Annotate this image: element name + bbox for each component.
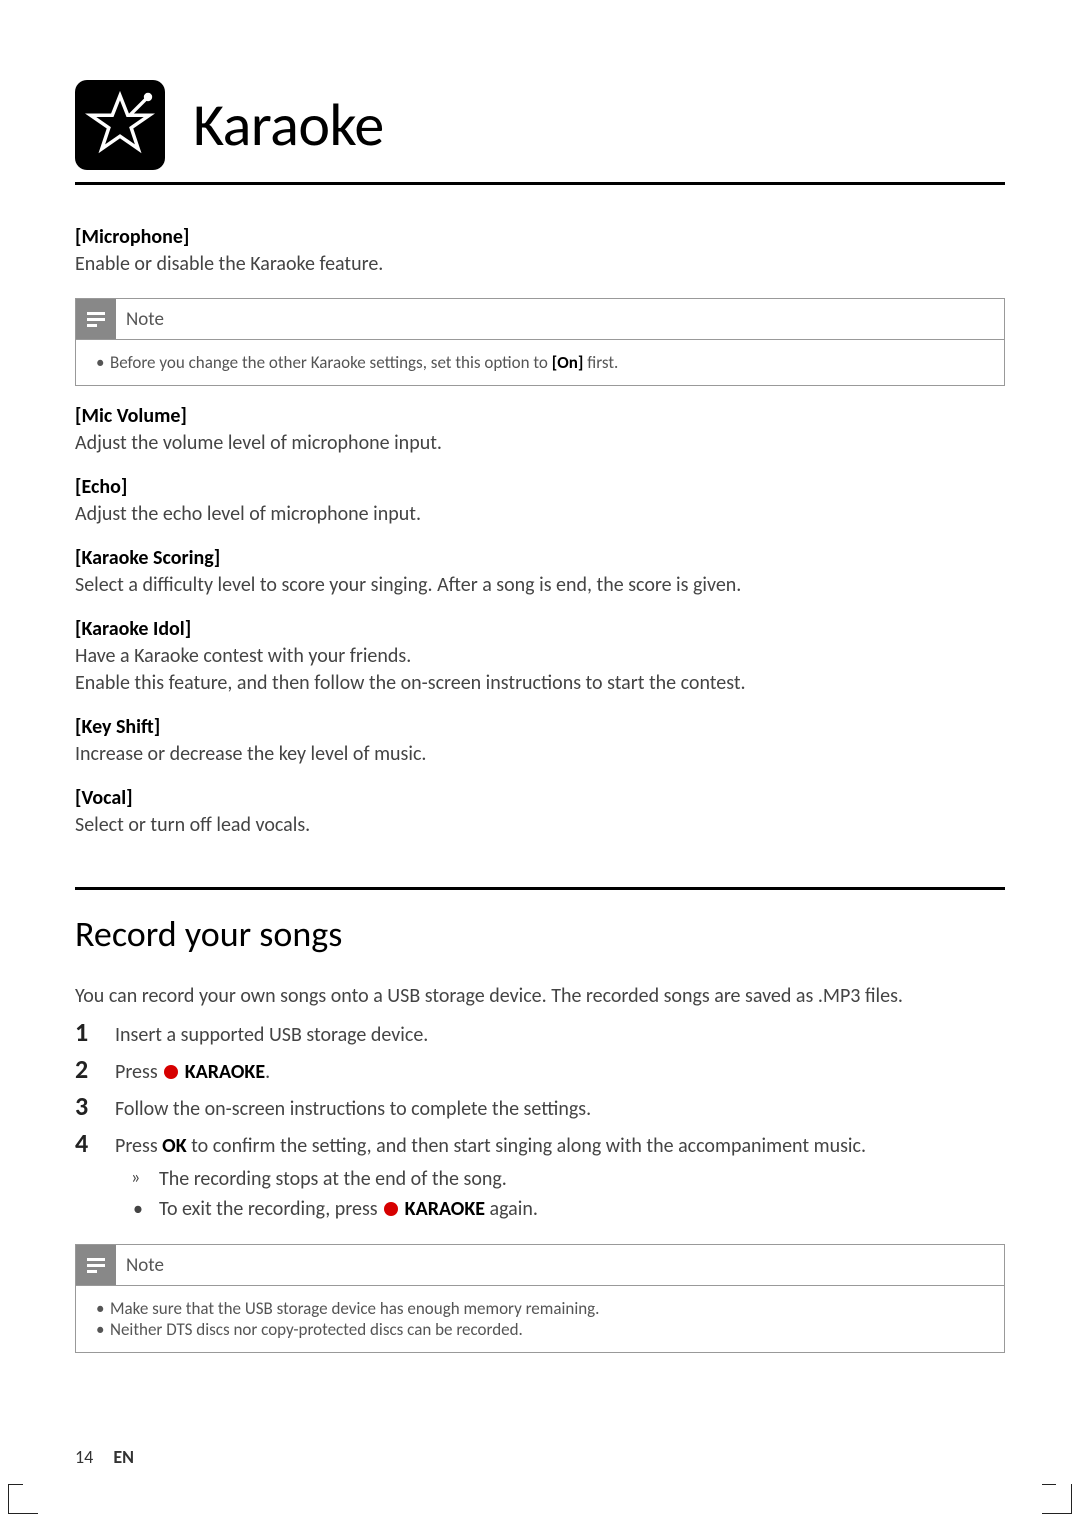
setting-name: [Microphone]	[75, 225, 1005, 249]
setting-vocal: [Vocal] Select or turn off lead vocals.	[75, 786, 1005, 839]
setting-desc: Select a difficulty level to score your …	[75, 572, 1005, 599]
step-2: 2 Press KARAOKE.	[75, 1053, 1005, 1086]
step-text: Press KARAOKE.	[115, 1058, 270, 1086]
note-box: Note Make sure that the USB storage devi…	[75, 1244, 1005, 1353]
ok-key-label: OK	[162, 1134, 186, 1158]
note-box: Note Before you change the other Karaoke…	[75, 298, 1005, 386]
sub-bullet-result: The recording stops at the end of the so…	[131, 1164, 1005, 1194]
language-code: EN	[113, 1446, 134, 1468]
setting-desc: Select or turn off lead vocals.	[75, 812, 1005, 839]
note-bullet: Make sure that the USB storage device ha…	[96, 1298, 984, 1319]
setting-desc: Have a Karaoke contest with your friends…	[75, 643, 1005, 697]
karaoke-key-label: KARAOKE	[180, 1060, 265, 1084]
record-dot-icon	[384, 1202, 398, 1216]
page-number: 14	[75, 1446, 93, 1468]
page-header: Karaoke	[75, 80, 1005, 170]
sub-bullets: The recording stops at the end of the so…	[131, 1164, 1005, 1224]
section-intro: You can record your own songs onto a USB…	[75, 984, 1005, 1008]
sub-bullet-tip: To exit the recording, press KARAOKE aga…	[131, 1194, 1005, 1224]
step-3: 3 Follow the on-screen instructions to c…	[75, 1090, 1005, 1123]
setting-name: [Key Shift]	[75, 715, 1005, 739]
section-title-record: Record your songs	[75, 912, 1005, 956]
page-footer: 14 EN	[75, 1446, 134, 1468]
setting-name: [Karaoke Idol]	[75, 617, 1005, 641]
record-dot-icon	[164, 1065, 178, 1079]
setting-key-shift: [Key Shift] Increase or decrease the key…	[75, 715, 1005, 768]
setting-name: [Vocal]	[75, 786, 1005, 810]
note-label: Note	[126, 308, 164, 331]
setting-microphone: [Microphone] Enable or disable the Karao…	[75, 225, 1005, 278]
setting-desc: Enable or disable the Karaoke feature.	[75, 251, 1005, 278]
setting-name: [Echo]	[75, 475, 1005, 499]
crop-mark-icon	[8, 1484, 38, 1514]
step-number: 2	[75, 1053, 95, 1085]
karaoke-key-label: KARAOKE	[400, 1197, 485, 1221]
note-icon	[76, 299, 116, 339]
setting-karaoke-idol: [Karaoke Idol] Have a Karaoke contest wi…	[75, 617, 1005, 697]
section-divider	[75, 887, 1005, 890]
setting-desc: Adjust the volume level of microphone in…	[75, 430, 1005, 457]
setting-mic-volume: [Mic Volume] Adjust the volume level of …	[75, 404, 1005, 457]
step-number: 4	[75, 1127, 95, 1159]
step-text: Insert a supported USB storage device.	[115, 1021, 428, 1049]
setting-name: [Karaoke Scoring]	[75, 546, 1005, 570]
step-4: 4 Press OK to confirm the setting, and t…	[75, 1127, 1005, 1160]
karaoke-star-icon	[75, 80, 165, 170]
setting-desc: Increase or decrease the key level of mu…	[75, 741, 1005, 768]
step-text: Press OK to confirm the setting, and the…	[115, 1132, 866, 1160]
step-number: 3	[75, 1090, 95, 1122]
setting-desc: Adjust the echo level of microphone inpu…	[75, 501, 1005, 528]
note-label: Note	[126, 1254, 164, 1277]
setting-name: [Mic Volume]	[75, 404, 1005, 428]
setting-echo: [Echo] Adjust the echo level of micropho…	[75, 475, 1005, 528]
step-text: Follow the on-screen instructions to com…	[115, 1095, 591, 1123]
crop-mark-icon	[1042, 1484, 1072, 1514]
step-1: 1 Insert a supported USB storage device.	[75, 1016, 1005, 1049]
note-bullet: Before you change the other Karaoke sett…	[96, 352, 984, 373]
page-title: Karaoke	[193, 89, 384, 162]
step-number: 1	[75, 1016, 95, 1048]
note-bullet: Neither DTS discs nor copy-protected dis…	[96, 1319, 984, 1340]
note-icon	[76, 1245, 116, 1285]
title-underline	[75, 182, 1005, 185]
setting-karaoke-scoring: [Karaoke Scoring] Select a difficulty le…	[75, 546, 1005, 599]
steps-list: 1 Insert a supported USB storage device.…	[75, 1016, 1005, 1160]
bold-on: [On]	[552, 352, 584, 373]
